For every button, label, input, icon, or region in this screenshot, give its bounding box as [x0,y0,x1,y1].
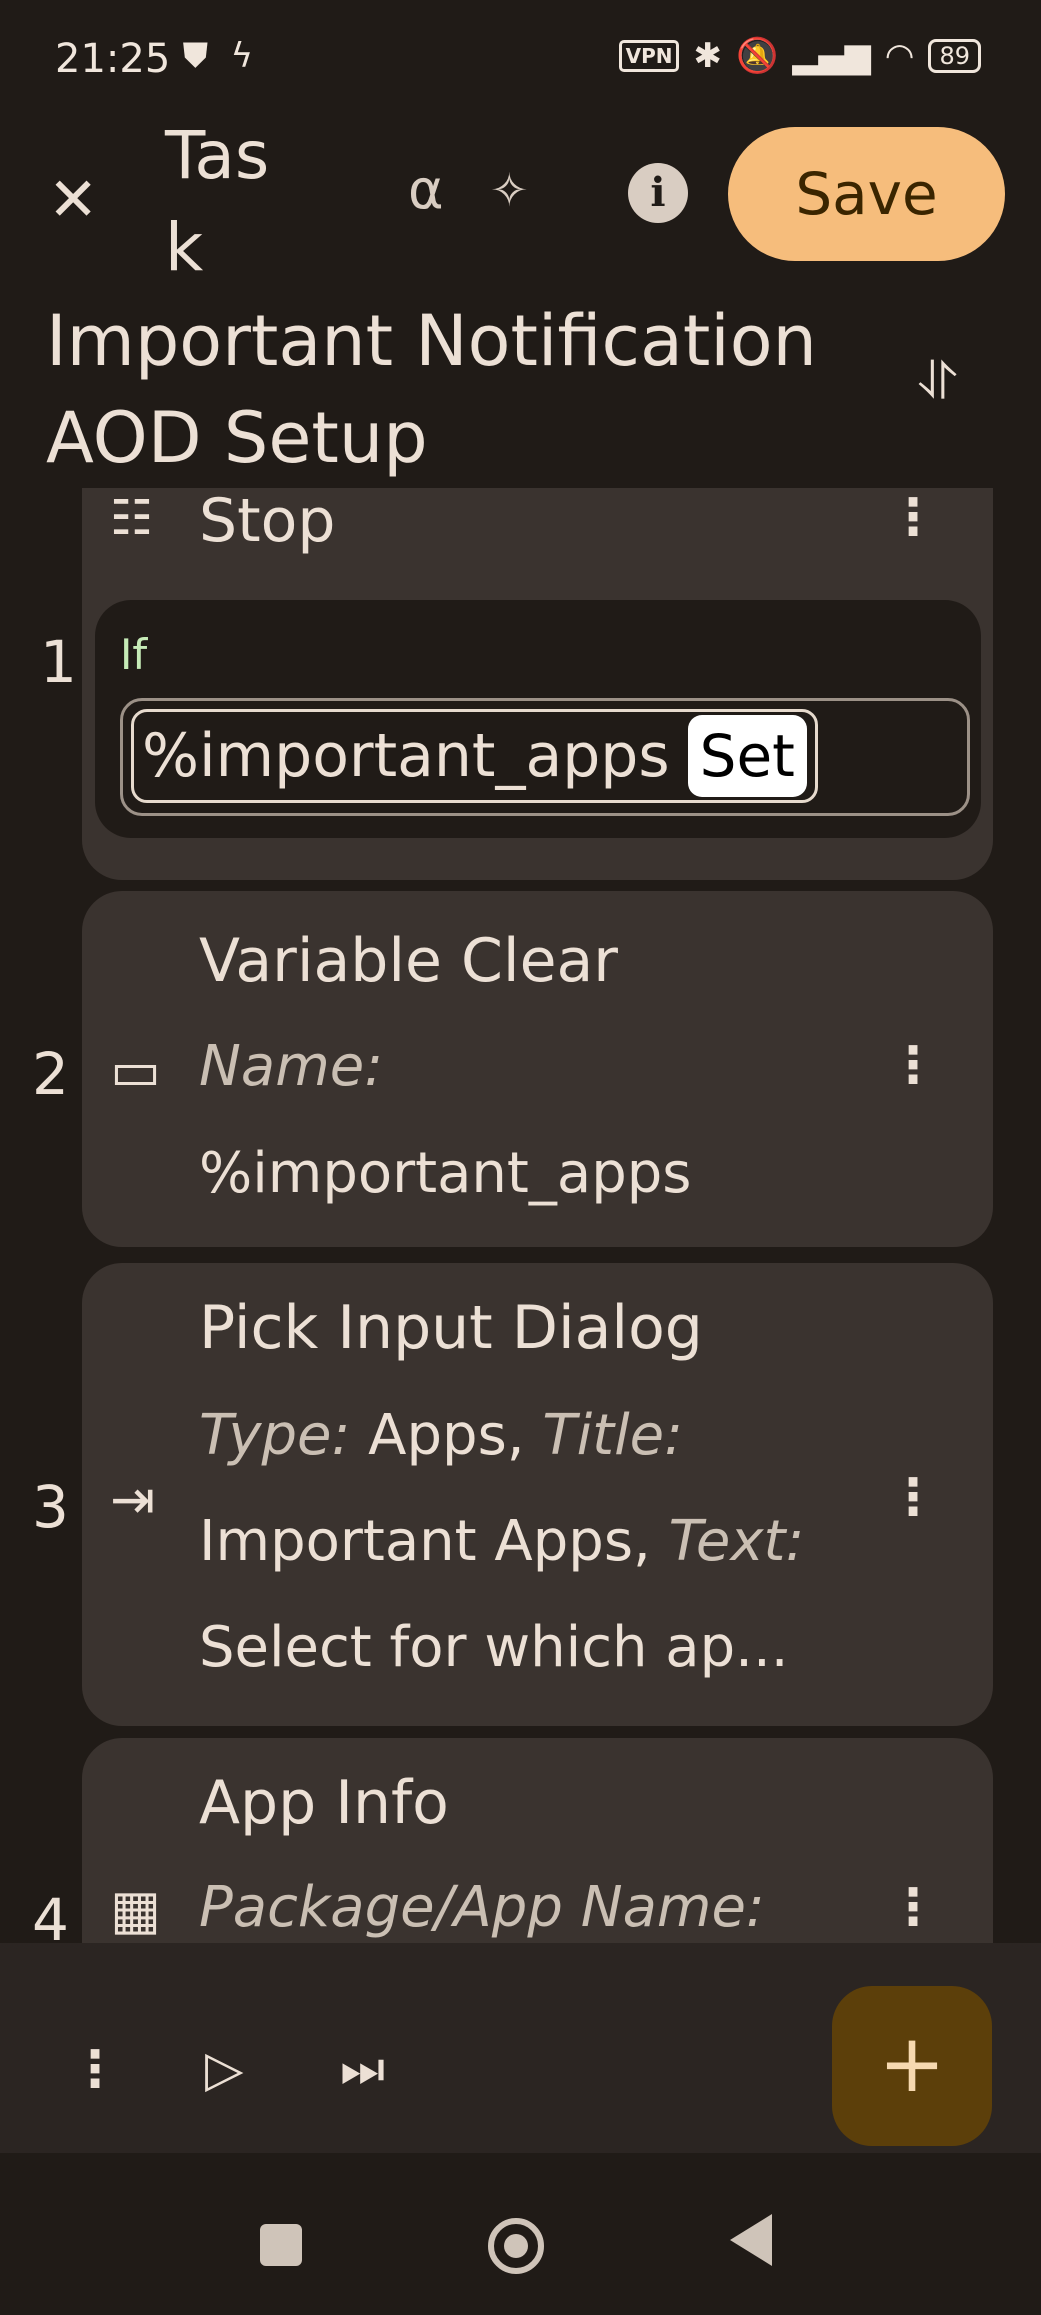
more-icon[interactable]: ⋮ [70,2040,120,2098]
task-name[interactable]: Important Notification AOD Setup [46,293,866,487]
param-value: Apps, [368,1403,525,1468]
action-card-app-info[interactable]: App Info ▦ Package/App Name: ⋮ [82,1738,993,1943]
status-icons: ⛊ ϟ VPN ✱ 🔕 ▂▄▆ ◠ 89 [183,36,981,76]
param-label: Text: [668,1509,805,1574]
step-icon[interactable]: ⏭ [340,2040,385,2099]
bluetooth-icon: ✱ [693,36,722,76]
action-number: 1 [40,628,77,696]
param-label: Name: [199,1034,384,1099]
vpn-icon: VPN [618,40,680,72]
add-icon: + [878,2017,946,2110]
more-icon[interactable]: ⋮ [888,1036,938,1094]
action-title: Pick Input Dialog [199,1293,703,1363]
param-line-3: Select for which ap... [199,1615,789,1680]
param-value: Important Apps, [199,1509,651,1574]
action-number: 4 [32,1886,69,1943]
more-icon[interactable]: ⋮ [888,488,938,546]
info-icon[interactable]: i [628,163,688,223]
action-list[interactable]: ☷ Stop ⋮ If %important_apps Set 1 2 Vari… [0,488,1041,1943]
param-value: %important_apps [199,1141,692,1206]
mute-icon: 🔕 [735,36,779,76]
back-button[interactable] [730,2214,772,2266]
condition-operator[interactable]: Set [687,715,807,797]
close-icon: ✕ [48,165,99,235]
bolt-icon: ϟ [230,36,254,76]
action-title: Stop [199,488,336,556]
save-button[interactable]: Save [728,127,1005,261]
battery-icon: 89 [928,39,981,73]
signal-icon: ▂▄▆ [792,36,871,76]
if-label: If [120,630,148,679]
list-icon: ☷ [110,490,154,546]
condition-field[interactable]: %important_apps Set [120,698,970,816]
action-card-stop[interactable]: ☷ Stop ⋮ If %important_apps Set [82,488,993,880]
param-label: Type: [199,1403,351,1468]
condition-variable: %important_apps [142,721,670,791]
condition-expression[interactable]: %important_apps Set [131,709,818,803]
collapse-icon[interactable]: ⥯ [918,352,957,413]
alpha-icon[interactable]: α [408,158,444,221]
task-label: Task [165,117,270,286]
param-label: Title: [542,1403,683,1468]
action-number: 2 [32,1040,69,1108]
param-line-1: Type: Apps, Title: [199,1403,683,1468]
recents-button[interactable] [260,2224,302,2266]
add-action-button[interactable]: + [832,1986,992,2146]
close-button[interactable]: ✕ [48,165,98,235]
wifi-icon: ◠ [884,36,915,76]
play-icon[interactable]: ▷ [205,2040,243,2098]
if-condition[interactable]: If %important_apps Set [95,600,981,838]
label-icon: ▭ [110,1039,162,1102]
home-button[interactable] [488,2218,544,2274]
status-time: 21:25 [55,36,171,82]
sparkle-icon[interactable]: ✧ [490,163,529,217]
apps-icon: ▦ [110,1878,162,1941]
param-label: Package/App Name: [199,1875,765,1940]
action-title: Variable Clear [199,926,618,996]
action-title: App Info [199,1768,449,1838]
action-number: 3 [32,1473,69,1541]
more-icon[interactable]: ⋮ [888,1468,938,1526]
action-card-variable-clear[interactable]: Variable Clear ▭ Name: %important_apps ⋮ [82,891,993,1247]
action-card-pick-input-dialog[interactable]: Pick Input Dialog ⇥ Type: Apps, Title: I… [82,1263,993,1726]
param-line-2: Important Apps, Text: [199,1509,804,1574]
more-icon[interactable]: ⋮ [888,1878,938,1936]
shield-icon: ⛊ [182,36,209,76]
input-icon: ⇥ [110,1468,156,1531]
